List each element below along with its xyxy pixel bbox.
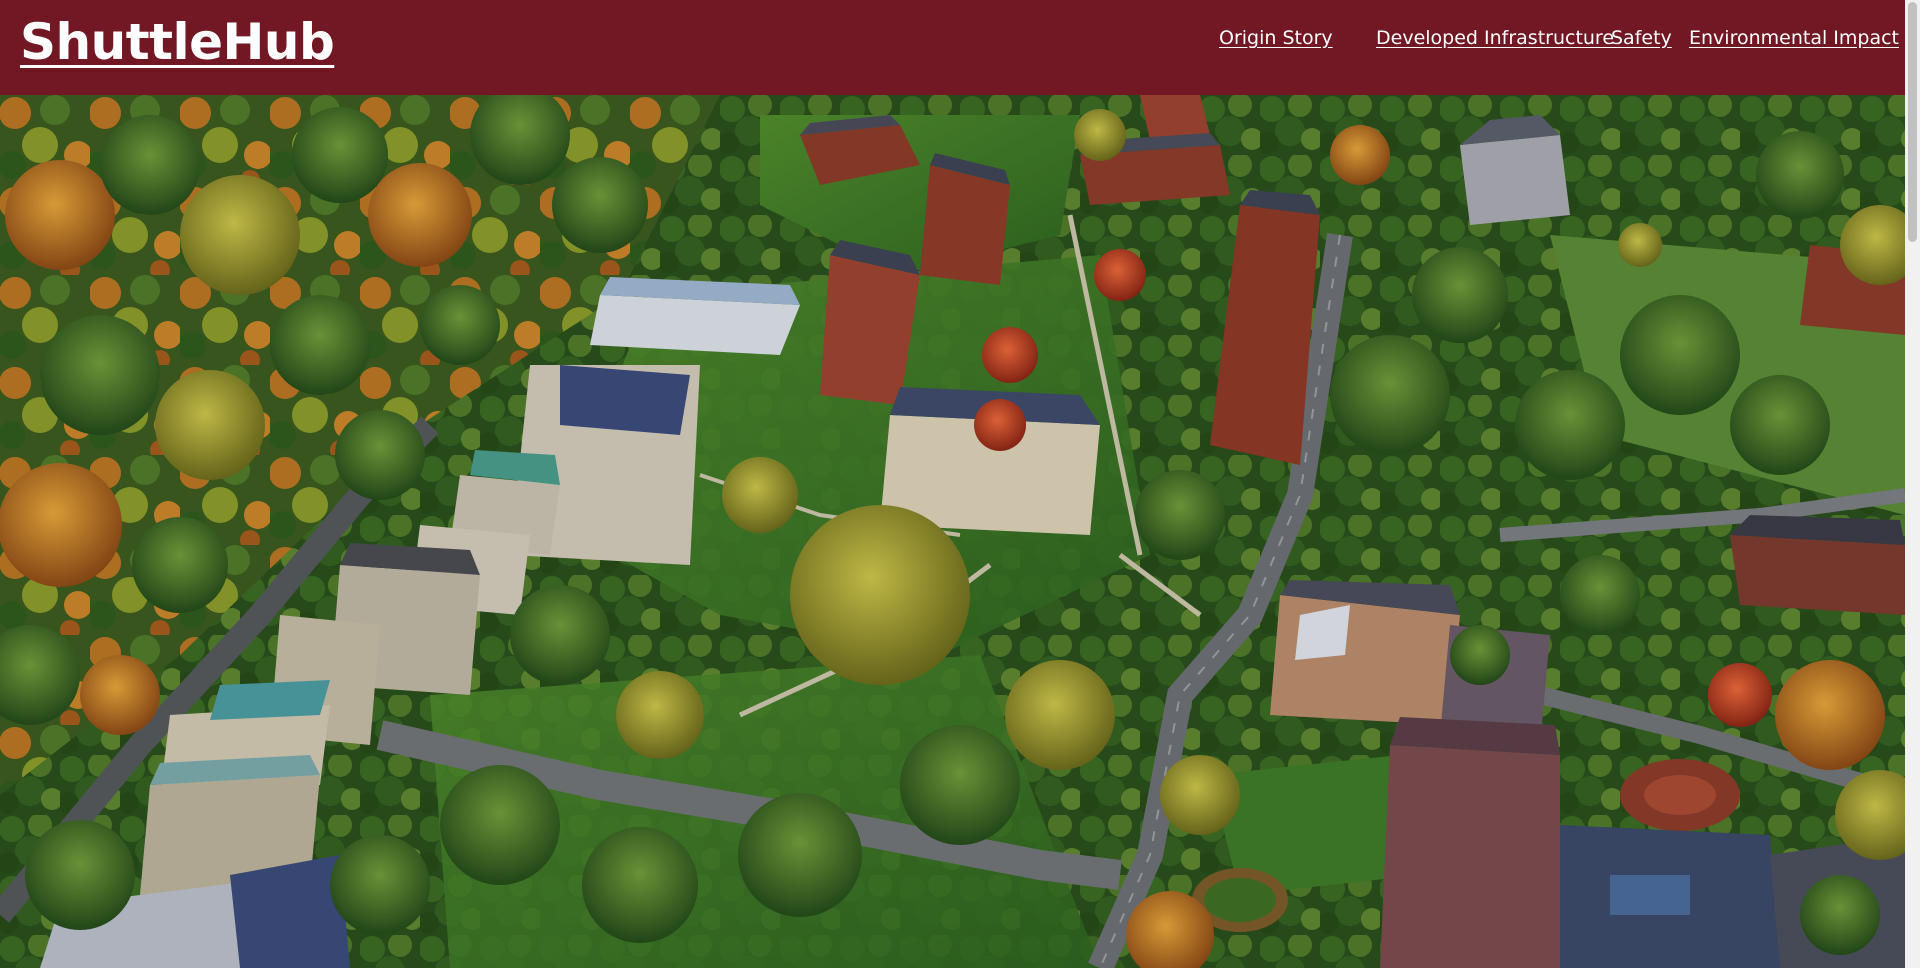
nav-link-developed-infrastructure[interactable]: Developed Infrastructure (1376, 27, 1614, 55)
page: ShuttleHub Origin Story Developed Infras… (0, 0, 1920, 968)
nav-link-origin-story[interactable]: Origin Story (1219, 27, 1333, 55)
brand-logo-link[interactable]: ShuttleHub (20, 13, 335, 71)
nav-link-environmental-impact[interactable]: Environmental Impact (1689, 27, 1899, 55)
nav-link-safety[interactable]: Safety (1611, 27, 1672, 55)
top-navigation-bar: ShuttleHub Origin Story Developed Infras… (0, 0, 1905, 95)
scrollbar-thumb[interactable] (1908, 2, 1917, 242)
hero-campus-image (0, 95, 1905, 968)
aerial-campus-illustration (0, 95, 1905, 968)
vertical-scrollbar[interactable] (1905, 0, 1920, 968)
